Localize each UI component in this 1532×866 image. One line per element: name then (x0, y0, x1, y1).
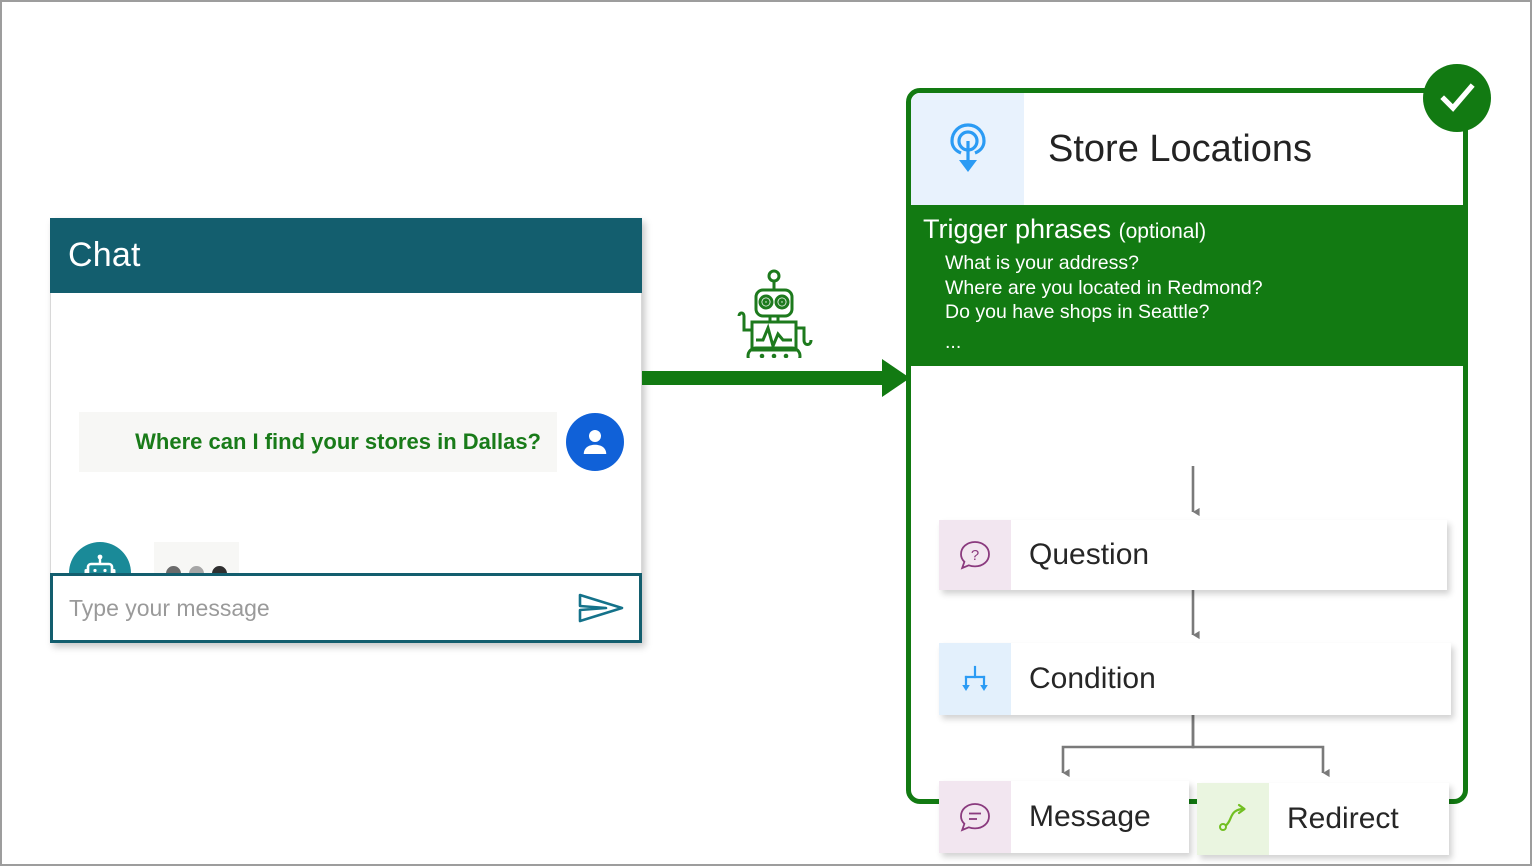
trigger-phrases-heading: Trigger phrases (optional) (923, 214, 1463, 245)
topic-title: Store Locations (1048, 127, 1313, 170)
topic-header: Store Locations (911, 93, 1463, 205)
check-circle-icon (1440, 83, 1475, 112)
flow-node-message[interactable]: Message (939, 781, 1189, 853)
branch-condition-icon (939, 643, 1011, 715)
send-button[interactable] (565, 576, 639, 640)
status-badge (1423, 64, 1491, 132)
flow-arrow-chat-to-topic (642, 355, 912, 401)
chat-input-bar[interactable] (50, 573, 642, 643)
trigger-phrases-label: Trigger phrases (923, 214, 1112, 244)
chat-message-list: Where can I find your stores in Dallas? (50, 293, 642, 604)
flow-node-label: Message (1011, 781, 1189, 853)
chat-window: Chat Where can I find your stores in Dal… (50, 218, 642, 643)
message-bubble-icon (939, 781, 1011, 853)
question-bubble-icon: ? (939, 520, 1011, 590)
chat-header: Chat (50, 218, 642, 293)
topic-flow-canvas: ? Question Condition Message Redirect (911, 366, 1463, 855)
user-message-bubble: Where can I find your stores in Dallas? (79, 412, 557, 472)
person-icon (583, 430, 607, 454)
flow-node-label: Question (1011, 520, 1447, 590)
svg-text:?: ? (971, 547, 979, 564)
user-message-row: Where can I find your stores in Dallas? (79, 412, 624, 472)
trigger-phrase-ellipsis: ... (945, 330, 962, 353)
user-avatar (566, 413, 624, 471)
trigger-phrases-section: Trigger phrases (optional) What is your … (911, 205, 1463, 366)
redirect-arrow-icon (1197, 783, 1269, 855)
flow-node-redirect[interactable]: Redirect (1197, 783, 1449, 855)
user-message-text: Where can I find your stores in Dallas? (135, 429, 541, 454)
flow-node-label: Condition (1011, 643, 1451, 715)
trigger-phrases-optional-label: (optional) (1118, 220, 1207, 243)
flow-node-condition[interactable]: Condition (939, 643, 1451, 715)
topic-panel: Store Locations Trigger phrases (optiona… (906, 88, 1468, 855)
trigger-target-icon (949, 123, 986, 172)
trigger-phrase: Where are you located in Redmond? (945, 276, 1263, 299)
chat-input[interactable] (53, 593, 565, 623)
trigger-phrase: What is your address? (945, 252, 1140, 274)
send-icon (578, 593, 624, 623)
diagram-canvas: Chat Where can I find your stores in Dal… (0, 0, 1532, 866)
topic-trigger-icon-box (911, 93, 1024, 205)
chat-title: Chat (68, 236, 141, 274)
robot-icon (730, 268, 818, 366)
trigger-phrase: Do you have shops in Seattle? (945, 301, 1210, 323)
flow-node-label: Redirect (1269, 783, 1449, 855)
flow-node-question[interactable]: ? Question (939, 520, 1447, 590)
